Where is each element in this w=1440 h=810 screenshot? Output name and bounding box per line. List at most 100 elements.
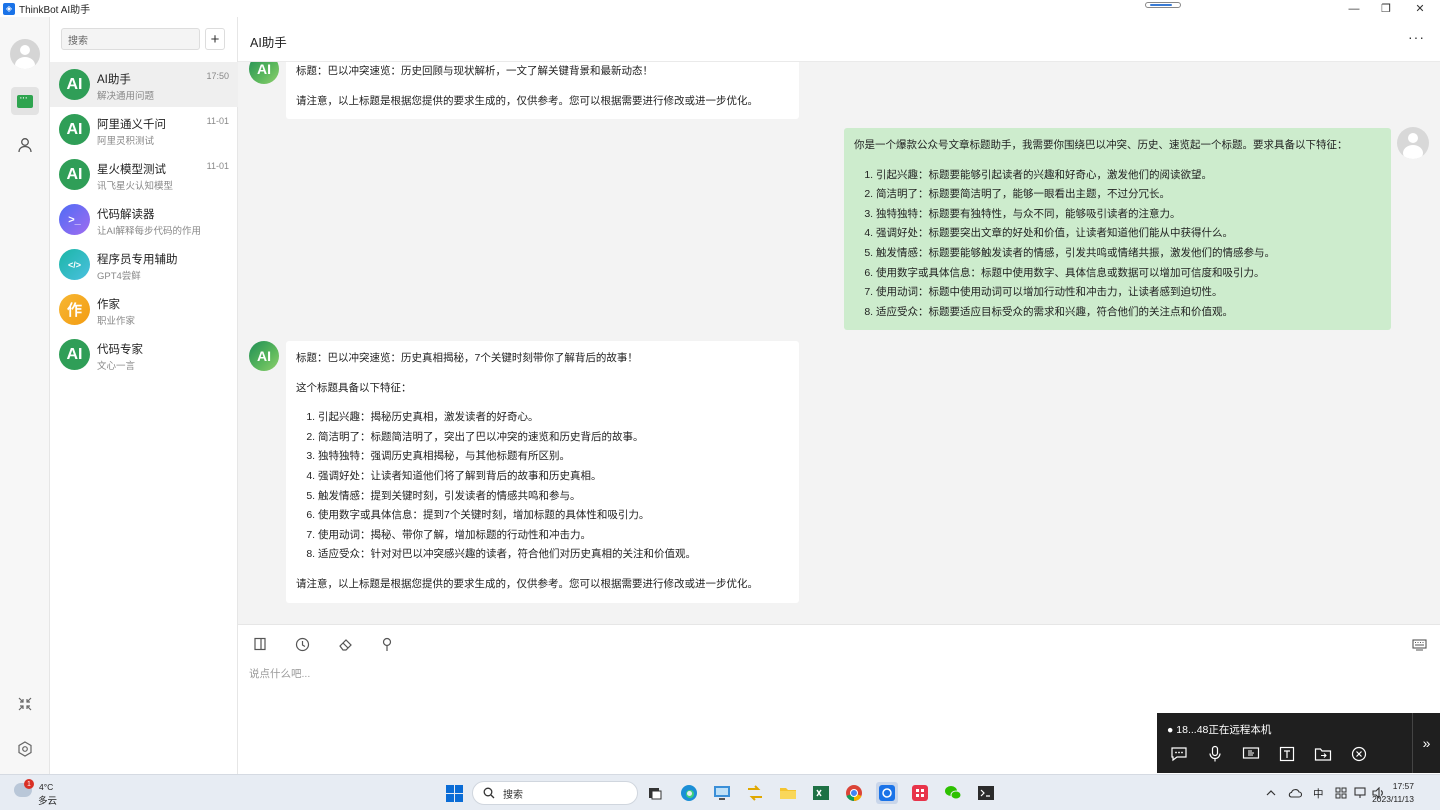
app-logo-icon: ◈ bbox=[3, 2, 15, 15]
tray-overflow-button[interactable] bbox=[1260, 782, 1282, 804]
conversation-avatar: AI bbox=[59, 69, 90, 100]
list-item: 使用动词：揭秘、带你了解，增加标题的行动性和冲击力。 bbox=[318, 526, 789, 546]
conversation-item[interactable]: </> 程序员专用辅助 GPT4尝鲜 bbox=[50, 242, 238, 287]
thinkbot-app[interactable] bbox=[876, 782, 898, 804]
message-text: 这个标题具备以下特征： bbox=[296, 381, 412, 394]
history-button[interactable] bbox=[293, 635, 311, 653]
conversation-item[interactable]: >_ 代码解读器 让AI解释每步代码的作用 bbox=[50, 197, 238, 242]
message-list[interactable]: AI 标题：巴以冲突速览：历史回顾与现状解析，一文了解关键背景和最新动态！ 请注… bbox=[238, 62, 1440, 624]
ftp-app[interactable] bbox=[744, 782, 766, 804]
chrome-app[interactable] bbox=[843, 782, 865, 804]
wps-app[interactable] bbox=[909, 782, 931, 804]
list-item: 适应受众：标题要适应目标受众的需求和兴趣，符合他们的关注点和价值观。 bbox=[876, 303, 1381, 323]
pin-icon bbox=[382, 637, 392, 651]
onedrive-tray[interactable] bbox=[1284, 782, 1306, 804]
pin-button[interactable] bbox=[378, 635, 396, 653]
maximize-button[interactable]: ❐ bbox=[1371, 0, 1401, 17]
eraser-icon bbox=[338, 638, 352, 651]
text-icon bbox=[1279, 746, 1295, 762]
remote-text-button[interactable] bbox=[1277, 744, 1297, 764]
start-button[interactable] bbox=[443, 782, 465, 804]
task-view-button[interactable] bbox=[644, 782, 666, 804]
message-input[interactable]: 说点什么吧... bbox=[249, 666, 310, 681]
add-conversation-button[interactable]: + bbox=[205, 28, 225, 50]
list-item: 使用数字或具体信息：提到7个关键时刻，增加标题的具体性和吸引力。 bbox=[318, 506, 789, 526]
excel-app[interactable] bbox=[810, 782, 832, 804]
notification-badge: 1 bbox=[24, 779, 34, 789]
clock-time: 17:57 bbox=[1392, 781, 1414, 791]
remote-file-button[interactable] bbox=[1313, 744, 1333, 764]
ime-indicator[interactable]: 中 bbox=[1313, 786, 1324, 801]
list-item: 适应受众：针对对巴以冲突感兴趣的读者，符合他们对历史真相的关注和价值观。 bbox=[318, 545, 789, 565]
window-title: ThinkBot AI助手 bbox=[19, 5, 91, 16]
minimize-button[interactable]: — bbox=[1339, 0, 1369, 17]
ai-message-bubble: 标题：巴以冲突速览：历史回顾与现状解析，一文了解关键背景和最新动态！ 请注意，以… bbox=[286, 62, 799, 120]
list-item: 触发情感：提到关键时刻，引发读者的情感共鸣和参与。 bbox=[318, 487, 789, 507]
requirements-list: 引起兴趣：标题要能够引起读者的兴趣和好奇心，激发他们的阅读欲望。 简洁明了：标题… bbox=[854, 166, 1381, 323]
message-text: 请注意，以上标题是根据您提供的要求生成的，仅供参考。您可以根据需要进行修改或进一… bbox=[296, 577, 758, 590]
conversation-item[interactable]: AI AI助手 解决通用问题 17:50 bbox=[50, 62, 238, 107]
thinkbot-icon bbox=[879, 785, 895, 801]
list-item: 使用动词：标题中使用动词可以增加行动性和冲击力，让读者感到迫切性。 bbox=[876, 283, 1381, 303]
settings-icon bbox=[18, 741, 32, 757]
conversation-subtitle: 解决通用问题 bbox=[97, 91, 155, 102]
file-explorer-app[interactable] bbox=[777, 782, 799, 804]
conversation-item[interactable]: 作 作家 职业作家 bbox=[50, 287, 238, 332]
conversation-avatar: AI bbox=[59, 339, 90, 370]
excel-icon bbox=[813, 786, 829, 800]
wechat-app[interactable] bbox=[942, 782, 964, 804]
contacts-nav-button[interactable] bbox=[11, 131, 39, 159]
more-options-button[interactable]: ··· bbox=[1408, 29, 1425, 45]
screen-share-icon bbox=[1242, 747, 1260, 759]
conversation-item[interactable]: AI 阿里通义千问 阿里灵积测试 11-01 bbox=[50, 107, 238, 152]
conversation-name: 阿里通义千问 bbox=[97, 119, 166, 131]
close-button[interactable]: ✕ bbox=[1405, 0, 1435, 17]
conversation-subtitle: 职业作家 bbox=[97, 316, 136, 327]
chrome-icon bbox=[846, 785, 862, 802]
ai-message-bubble: 标题：巴以冲突速览：历史真相揭秘，7个关键时刻带你了解背后的故事！ 这个标题具备… bbox=[286, 341, 799, 603]
remote-indicator[interactable] bbox=[1145, 2, 1181, 8]
folder-icon bbox=[780, 788, 796, 799]
shrink-icon bbox=[18, 697, 32, 711]
conversation-item[interactable]: AI 星火模型测试 讯飞星火认知模型 11-01 bbox=[50, 152, 238, 197]
chat-nav-button[interactable] bbox=[11, 87, 39, 115]
edge-app[interactable] bbox=[678, 782, 700, 804]
sidebar-toggle-button[interactable] bbox=[251, 635, 269, 653]
clear-button[interactable] bbox=[336, 635, 354, 653]
conversation-name: 作家 bbox=[97, 299, 120, 311]
remote-disconnect-button[interactable] bbox=[1349, 744, 1369, 764]
terminal-app[interactable] bbox=[975, 782, 997, 804]
settings-button[interactable] bbox=[11, 735, 39, 763]
remote-voice-button[interactable] bbox=[1205, 744, 1225, 764]
keyboard-button[interactable] bbox=[1410, 635, 1428, 653]
list-item: 引起兴趣：揭秘历史真相，激发读者的好奇心。 bbox=[318, 408, 789, 428]
remote-desktop-app[interactable] bbox=[711, 782, 733, 804]
title-bar: ◈ ThinkBot AI助手 — ❐ ✕ bbox=[0, 0, 1440, 17]
features-list: 引起兴趣：揭秘历史真相，激发读者的好奇心。 简洁明了：标题简洁明了，突出了巴以冲… bbox=[296, 408, 789, 565]
taskbar: 1 4°C 多云 搜索 中 17:57 2023/11/13 bbox=[0, 774, 1440, 810]
remote-session-toast: ● 18...48正在远程本机 » bbox=[1157, 713, 1440, 773]
list-item: 简洁明了：标题简洁明了，突出了巴以冲突的速览和历史背后的故事。 bbox=[318, 428, 789, 448]
keyboard-icon bbox=[1411, 638, 1427, 650]
message-icon bbox=[1171, 747, 1187, 762]
conversation-time: 11-01 bbox=[206, 161, 229, 171]
conversation-avatar: AI bbox=[59, 159, 90, 190]
conversation-name: 代码解读器 bbox=[97, 209, 155, 221]
remote-expand-button[interactable]: » bbox=[1412, 713, 1440, 773]
conversation-item[interactable]: AI 代码专家 文心一言 bbox=[50, 332, 238, 377]
message-text: 你是一个爆款公众号文章标题助手，我需要你围绕巴以冲突、历史、速览起一个标题。要求… bbox=[854, 139, 1348, 151]
taskbar-search[interactable]: 搜索 bbox=[472, 781, 638, 805]
chat-icon bbox=[17, 92, 33, 108]
collapse-button[interactable] bbox=[11, 690, 39, 718]
system-clock[interactable]: 17:57 2023/11/13 bbox=[1372, 780, 1414, 806]
terminal-avatar-icon: >_ bbox=[59, 204, 90, 235]
conversation-subtitle: 阿里灵积测试 bbox=[97, 136, 155, 147]
ai-avatar: AI bbox=[249, 341, 279, 371]
search-input[interactable]: 搜索 bbox=[61, 28, 200, 50]
user-avatar[interactable] bbox=[10, 39, 40, 69]
taskbar-search-label: 搜索 bbox=[503, 789, 523, 801]
remote-screen-button[interactable] bbox=[1241, 744, 1261, 764]
conversation-subtitle: 讯飞星火认知模型 bbox=[97, 181, 174, 192]
conversation-name: 星火模型测试 bbox=[97, 164, 166, 176]
remote-chat-button[interactable] bbox=[1169, 744, 1189, 764]
